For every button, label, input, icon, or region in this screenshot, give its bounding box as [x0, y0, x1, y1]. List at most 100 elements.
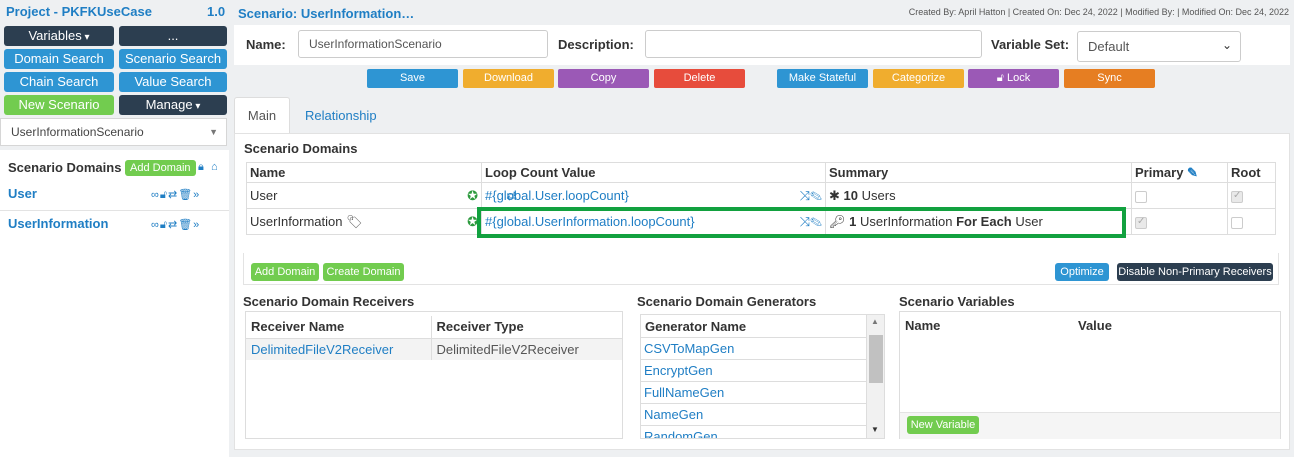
unlock-icon[interactable]: 🔓︎: [160, 219, 168, 231]
domain-name-cell: User ✪ ⇄: [246, 182, 517, 209]
generators-title: Scenario Domain Generators: [637, 294, 817, 309]
tab-main[interactable]: Main: [234, 97, 290, 134]
project-title[interactable]: Project - PKFKUseCase: [6, 4, 152, 19]
new-variable-button[interactable]: New Variable: [907, 416, 979, 434]
repeat-icon[interactable]: ⇄: [168, 189, 178, 201]
link-icon[interactable]: ∞: [151, 189, 160, 201]
link-icon[interactable]: ∞: [151, 219, 160, 231]
unlock-icon[interactable]: 🔓︎: [160, 189, 168, 201]
root-cell: [1227, 182, 1276, 209]
unlock-icon[interactable]: ⌂: [211, 161, 218, 173]
repeat-icon[interactable]: ⇄: [506, 188, 517, 204]
optimize-button[interactable]: Optimize: [1055, 263, 1109, 281]
domain-name: UserInformation: [250, 213, 343, 229]
trash-icon[interactable]: 🗑︎: [178, 189, 193, 201]
categorize-button[interactable]: Categorize: [873, 69, 964, 88]
variables-title: Scenario Variables: [899, 294, 1015, 309]
col-generator-name: Generator Name: [641, 315, 866, 338]
tab-relationship[interactable]: Relationship: [305, 108, 377, 123]
variable-set-label: Variable Set:: [991, 37, 1070, 52]
generators-list: Generator Name CSVToMapGen EncryptGen Fu…: [640, 314, 885, 439]
sidebar-item-userinformation[interactable]: UserInformation: [8, 216, 108, 231]
variable-set-select[interactable]: Default ⌄: [1077, 31, 1241, 62]
make-stateful-button[interactable]: Make Stateful: [777, 69, 868, 88]
spider-icon: ✱: [829, 187, 840, 203]
root-checkbox[interactable]: [1231, 190, 1243, 203]
add-domain-button[interactable]: Add Domain: [251, 263, 319, 281]
create-domain-button[interactable]: Create Domain: [323, 263, 404, 281]
col-name: Name: [246, 162, 482, 183]
lock-icon[interactable]: 🔒︎: [198, 161, 204, 174]
list-item[interactable]: EncryptGen: [641, 360, 866, 382]
value-search-button[interactable]: Value Search: [119, 72, 227, 92]
primary-checkbox[interactable]: [1135, 216, 1147, 229]
sidebar-add-domain-button[interactable]: Add Domain: [125, 160, 196, 176]
domain-name: User: [250, 187, 278, 203]
summary-count: 10: [843, 187, 858, 203]
new-scenario-button[interactable]: New Scenario: [4, 95, 114, 115]
col-primary-label: Primary: [1135, 164, 1184, 180]
receivers-title: Scenario Domain Receivers: [243, 294, 415, 309]
lock-button[interactable]: 🔓︎ Lock: [968, 69, 1059, 88]
chevron-down-icon[interactable]: »: [193, 189, 200, 201]
repeat-icon[interactable]: ⇄: [168, 219, 178, 231]
copy-button[interactable]: Copy: [558, 69, 649, 88]
save-button[interactable]: Save: [367, 69, 458, 88]
disable-non-primary-button[interactable]: Disable Non-Primary Receivers: [1117, 263, 1273, 281]
list-item[interactable]: FullNameGen: [641, 382, 866, 404]
sidebar-item-user[interactable]: User: [8, 186, 37, 201]
shuffle-icon[interactable]: ⤨✎: [800, 188, 822, 204]
manage-button[interactable]: Manage: [119, 95, 227, 115]
sidebar-item-user-actions[interactable]: ∞🔓︎⇄🗑︎»: [151, 188, 200, 202]
scroll-down-icon[interactable]: ▼: [871, 425, 879, 434]
col-receiver-name: Receiver Name: [246, 316, 432, 339]
list-item[interactable]: CSVToMapGen: [641, 338, 866, 360]
col-variable-value: Value: [1078, 318, 1112, 333]
variables-button[interactable]: Variables: [4, 26, 114, 46]
lifebuoy-icon[interactable]: ✪: [467, 188, 478, 204]
col-loop-count: Loop Count Value: [481, 162, 826, 183]
scrollbar-thumb[interactable]: [869, 335, 883, 383]
audit-meta: Created By: April Hatton | Created On: D…: [908, 7, 1289, 17]
delete-button[interactable]: Delete: [654, 69, 745, 88]
root-checkbox[interactable]: [1231, 216, 1243, 229]
primary-checkbox[interactable]: [1135, 190, 1147, 203]
sync-button[interactable]: Sync: [1064, 69, 1155, 88]
scrollbar[interactable]: ▲ ▼: [866, 315, 884, 438]
domain-search-button[interactable]: Domain Search: [4, 49, 114, 69]
highlight-box: [477, 207, 1126, 238]
scenario-search-button[interactable]: Scenario Search: [119, 49, 227, 69]
scenario-select-value: UserInformationScenario: [11, 125, 144, 139]
trash-icon[interactable]: 🗑︎: [178, 219, 193, 231]
col-summary: Summary: [825, 162, 1132, 183]
sidebar-item-userinformation-actions[interactable]: ∞🔓︎⇄🗑︎»: [151, 218, 200, 232]
table-row: User ✪ ⇄ #{global.User.loopCount} ⤨✎ ✱ 1…: [246, 182, 1276, 209]
download-button[interactable]: Download: [463, 69, 554, 88]
more-button[interactable]: ...: [119, 26, 227, 46]
lock-button-label: Lock: [1006, 72, 1031, 84]
variables-panel: Name Value New Variable: [899, 311, 1281, 439]
scenario-select[interactable]: UserInformationScenario ▼: [0, 118, 227, 146]
edit-icon[interactable]: ✎: [1187, 165, 1198, 180]
receivers-panel: Receiver Name Receiver Type DelimitedFil…: [245, 311, 623, 439]
name-input[interactable]: UserInformationScenario: [298, 30, 548, 58]
receiver-name[interactable]: DelimitedFileV2Receiver: [246, 338, 432, 360]
tag-icon[interactable]: 🏷︎: [346, 214, 363, 229]
list-item[interactable]: RandomGen: [641, 426, 866, 438]
scenario-form: Name: UserInformationScenario Descriptio…: [234, 25, 1290, 65]
col-variable-name: Name: [905, 318, 941, 333]
receivers-table: Receiver Name Receiver Type DelimitedFil…: [246, 316, 622, 360]
summary-text: Users: [861, 187, 896, 203]
name-label: Name:: [246, 37, 286, 52]
scroll-up-icon[interactable]: ▲: [871, 317, 879, 326]
loop-count-cell[interactable]: #{global.User.loopCount} ⤨✎: [481, 182, 826, 209]
description-input[interactable]: [645, 30, 982, 58]
unlock-icon: 🔓︎: [996, 72, 1004, 84]
primary-cell: [1131, 208, 1228, 235]
list-item[interactable]: NameGen: [641, 404, 866, 426]
col-root: Root: [1227, 162, 1276, 183]
scenario-domains-title: Scenario Domains: [244, 141, 358, 156]
chain-search-button[interactable]: Chain Search: [4, 72, 114, 92]
variable-set-value: Default: [1088, 39, 1130, 54]
chevron-down-icon[interactable]: »: [193, 219, 200, 231]
